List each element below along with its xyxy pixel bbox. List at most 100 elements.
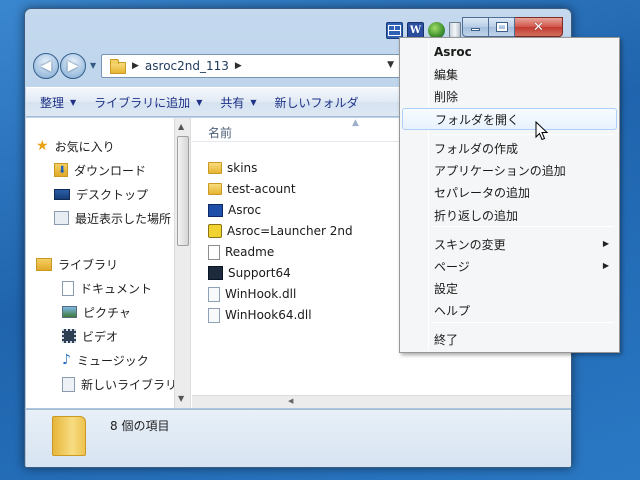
sidebar-item-libraries[interactable]: ライブラリ — [36, 254, 118, 274]
file-row[interactable]: skins — [208, 158, 257, 178]
menu-item-label: フォルダの作成 — [434, 141, 519, 156]
menu-item-open-folder[interactable]: フォルダを開く — [402, 108, 617, 130]
menu-item-add-wrap[interactable]: 折り返しの追加 — [402, 204, 617, 226]
sidebar-item-label: 新しいライブラリ — [81, 377, 174, 392]
file-row[interactable]: Asroc — [208, 200, 261, 220]
menu-item-label: フォルダを開く — [435, 112, 520, 127]
file-row[interactable]: Readme — [208, 242, 274, 262]
sidebar-item-videos[interactable]: ビデオ — [62, 326, 118, 346]
maximize-icon — [495, 22, 508, 32]
menu-item-label: 削除 — [434, 89, 459, 104]
chevron-down-icon: ▼ — [70, 97, 77, 107]
chevron-down-icon: ▼ — [196, 97, 203, 107]
menu-separator — [432, 322, 614, 323]
scroll-up-icon[interactable]: ▲ — [178, 122, 184, 131]
sidebar-item-label: デスクトップ — [76, 187, 149, 202]
minimize-button[interactable] — [462, 17, 489, 37]
sidebar-item-new-library[interactable]: 新しいライブラリ — [62, 374, 174, 394]
menu-item-help[interactable]: ヘルプ — [402, 299, 617, 321]
maximize-button[interactable] — [489, 17, 515, 37]
sidebar-item-pictures[interactable]: ピクチャ — [62, 302, 131, 322]
sidebar-item-desktop[interactable]: デスクトップ — [54, 184, 148, 204]
context-menu: Asroc 編集削除フォルダを開く フォルダの作成アプリケーションの追加 セパレータの… — [399, 37, 620, 353]
folder-icon — [208, 183, 222, 195]
forward-arrow-icon: ▶ — [67, 58, 79, 74]
column-header-label: 名前 — [208, 126, 233, 140]
file-row[interactable]: Asroc=Launcher 2nd — [208, 221, 353, 241]
scroll-down-icon[interactable]: ▼ — [178, 394, 184, 403]
sidebar-item-recent[interactable]: 最近表示した場所 — [54, 208, 171, 228]
horizontal-scrollbar[interactable]: ◀ — [192, 395, 571, 408]
menu-item-asroc[interactable]: Asroc — [402, 41, 617, 63]
new-library-icon — [62, 376, 75, 392]
navigation-pane-scrollbar[interactable]: ▲ ▼ — [174, 118, 191, 408]
shortcut-icon — [208, 224, 222, 238]
file-row[interactable]: Support64 — [208, 263, 291, 283]
folder-icon — [208, 162, 222, 174]
music-icon: ♪ — [62, 352, 71, 368]
close-icon: ✕ — [533, 19, 544, 35]
folder-large-icon — [52, 416, 86, 456]
organize-label: 整理 — [40, 95, 65, 110]
sidebar-item-music[interactable]: ♪ ミュージック — [62, 350, 149, 370]
add-to-library-button[interactable]: ライブラリに追加 ▼ — [94, 94, 202, 111]
new-folder-button[interactable]: 新しいフォルダ — [275, 94, 359, 111]
menu-item-settings[interactable]: 設定 — [402, 277, 617, 299]
desktop-icon — [54, 188, 70, 200]
text-file-icon — [208, 244, 220, 260]
menu-item-label: 設定 — [434, 281, 459, 296]
menu-item-page[interactable]: ページ ▶ — [402, 255, 617, 277]
menu-item-add-application[interactable]: アプリケーションの追加 — [402, 159, 617, 181]
menu-separator — [432, 226, 614, 227]
sidebar-item-documents[interactable]: ドキュメント — [62, 278, 152, 298]
menu-item-create-folder[interactable]: フォルダの作成 — [402, 137, 617, 159]
menu-item-change-skin[interactable]: スキンの変更 ▶ — [402, 233, 617, 255]
back-button[interactable]: ◀ — [33, 53, 59, 79]
menu-item-delete[interactable]: 削除 — [402, 85, 617, 107]
chevron-down-icon: ▼ — [250, 97, 257, 107]
file-row[interactable]: test-acount — [208, 179, 296, 199]
star-icon: ★ — [36, 138, 49, 154]
item-count: 8 個の項目 — [110, 419, 170, 433]
share-label: 共有 — [220, 95, 245, 110]
breadcrumb-arrow-icon[interactable]: ▶ — [235, 61, 242, 71]
address-dropdown-icon[interactable]: ▼ — [387, 60, 394, 70]
file-name: skins — [227, 161, 258, 175]
share-button[interactable]: 共有 ▼ — [220, 94, 256, 111]
breadcrumb-current[interactable]: asroc2nd_113 — [145, 59, 229, 73]
sidebar-item-label: ドキュメント — [80, 281, 153, 296]
sidebar-item-label: ビデオ — [82, 329, 119, 344]
file-name: Readme — [225, 245, 275, 259]
app-icon — [208, 203, 223, 217]
sidebar-item-label: ミュージック — [76, 353, 149, 368]
folder-icon — [110, 58, 126, 74]
document-icon — [62, 280, 74, 296]
menu-item-add-separator[interactable]: セパレータの追加 — [402, 181, 617, 203]
sidebar-item-label: ピクチャ — [83, 305, 131, 320]
file-name: test-acount — [227, 182, 296, 196]
menu-item-exit[interactable]: 終了 — [402, 328, 617, 350]
file-name: WinHook64.dll — [225, 308, 312, 322]
close-button[interactable]: ✕ — [515, 17, 563, 37]
recent-places-icon — [54, 211, 69, 225]
scrollbar-thumb[interactable] — [177, 136, 189, 246]
recent-pages-dropdown-icon[interactable]: ▼ — [90, 61, 96, 70]
downloads-icon: ⬇ — [54, 163, 68, 177]
add-to-library-label: ライブラリに追加 — [94, 95, 191, 110]
organize-button[interactable]: 整理 ▼ — [40, 94, 76, 111]
file-row[interactable]: WinHook64.dll — [208, 305, 312, 325]
console-app-icon — [208, 266, 223, 280]
menu-item-label: ページ — [434, 259, 470, 274]
breadcrumb-arrow-icon[interactable]: ▶ — [132, 61, 139, 71]
forward-button[interactable]: ▶ — [60, 53, 86, 79]
back-arrow-icon: ◀ — [40, 58, 52, 74]
address-bar[interactable]: ▶ asroc2nd_113 ▶ ▼ — [101, 54, 401, 78]
sidebar-item-downloads[interactable]: ⬇ ダウンロード — [54, 160, 146, 180]
menu-item-edit[interactable]: 編集 — [402, 63, 617, 85]
menu-item-label: Asroc — [434, 45, 472, 59]
scroll-left-icon[interactable]: ◀ — [288, 397, 293, 405]
sidebar-item-label: 最近表示した場所 — [75, 211, 172, 226]
sidebar-item-favorites[interactable]: ★ お気に入り — [36, 136, 115, 156]
mouse-cursor-icon — [535, 121, 549, 141]
file-row[interactable]: WinHook.dll — [208, 284, 296, 304]
